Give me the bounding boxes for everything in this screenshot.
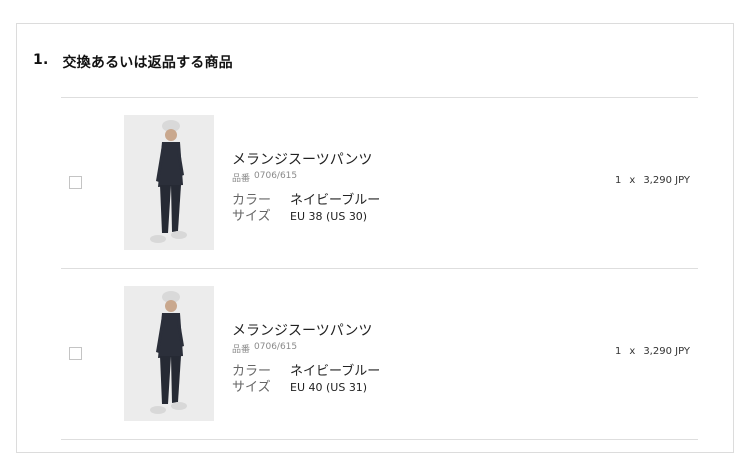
size-label: サイズ [232,380,271,395]
size-value: EU 40 (US 31) [290,381,368,394]
ref-label: 品番 [232,174,251,184]
product-name: メランジスーツパンツ [232,152,373,168]
price-line: 1 x 3,290 JPY [615,175,690,186]
section-number: 1. [33,52,49,68]
price: 3,290 JPY [643,346,690,357]
size-attr: サイズ EU 38 (US 30) [232,205,367,224]
quantity: 1 [615,175,622,186]
select-item-checkbox[interactable] [69,176,82,189]
price: 3,290 JPY [643,175,690,186]
size-attr: サイズ EU 40 (US 31) [232,376,367,395]
times-sign: x [629,346,636,357]
product-image [124,115,214,250]
select-item-checkbox[interactable] [69,347,82,360]
product-image [124,286,214,421]
ref-value: 0706/615 [254,171,298,181]
product-ref: 品番 0706/615 [232,171,297,184]
times-sign: x [629,175,636,186]
product-ref: 品番 0706/615 [232,342,297,355]
section-title: 1. 交換あるいは返品する商品 [33,52,233,72]
product-name: メランジスーツパンツ [232,323,373,339]
quantity: 1 [615,346,622,357]
section-title-text: 交換あるいは返品する商品 [62,55,233,71]
price-line: 1 x 3,290 JPY [615,346,690,357]
divider [61,439,698,440]
return-items-panel: 1. 交換あるいは返品する商品 メランジスーツパンツ 品番 0706/615 カ… [16,23,734,453]
ref-value: 0706/615 [254,342,298,352]
product-row: メランジスーツパンツ 品番 0706/615 カラー ネイビーブルー サイズ E… [61,269,698,439]
size-value: EU 38 (US 30) [290,210,368,223]
size-label: サイズ [232,209,271,224]
product-row: メランジスーツパンツ 品番 0706/615 カラー ネイビーブルー サイズ E… [61,98,698,268]
ref-label: 品番 [232,345,251,355]
